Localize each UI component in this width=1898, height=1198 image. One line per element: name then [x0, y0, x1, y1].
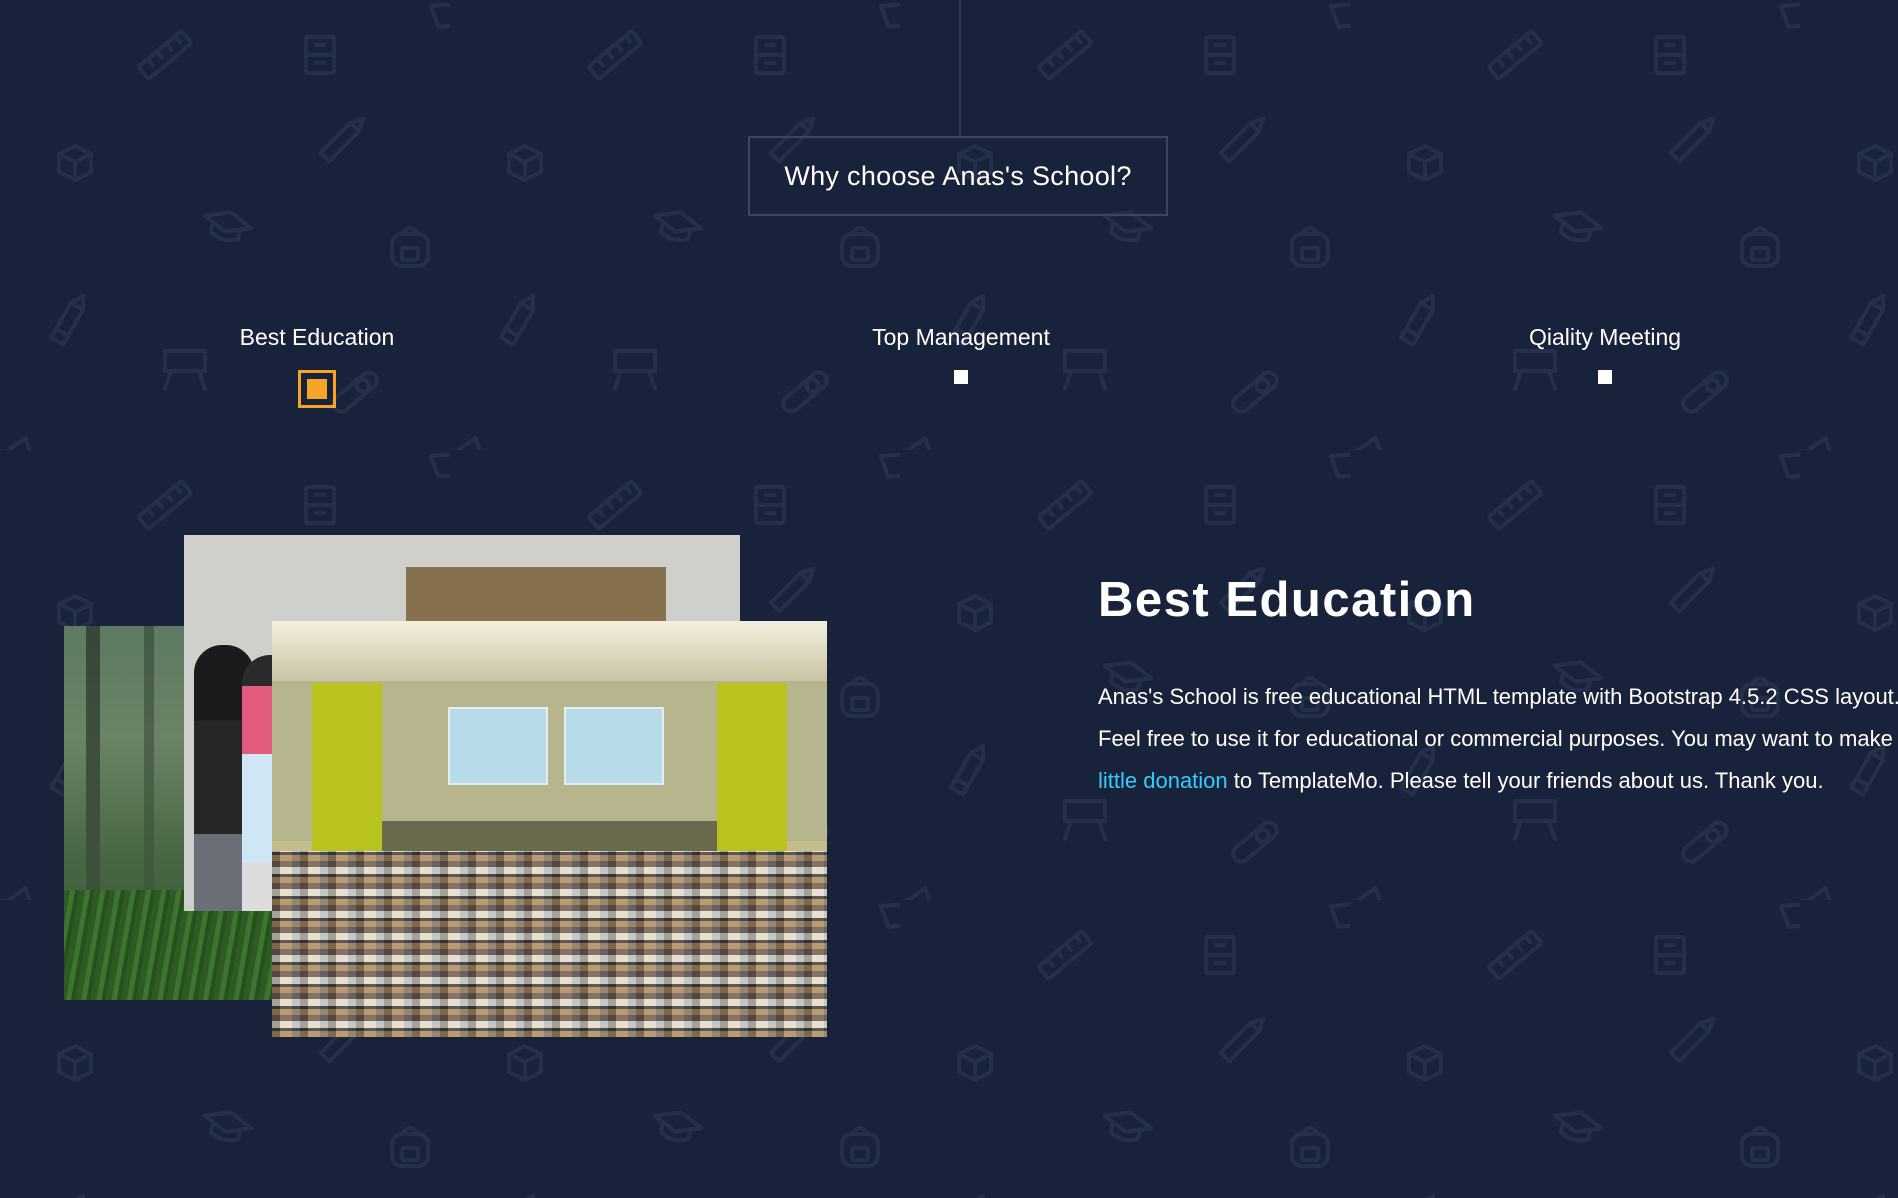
tab-indicator — [1598, 370, 1612, 384]
yellow-panel — [717, 683, 787, 863]
yellow-panel — [312, 683, 382, 863]
tab-indicator — [954, 370, 968, 384]
audience-seats — [272, 851, 827, 1037]
projection-screen — [448, 707, 548, 785]
vertical-divider-line — [959, 0, 961, 136]
lecture-hall-image — [272, 621, 827, 1037]
tab-best-education[interactable]: Best Education — [117, 320, 517, 408]
hall-ceiling — [272, 621, 827, 681]
description-text: Anas's School is free educational HTML t… — [1098, 684, 1898, 751]
content-heading: Best Education — [1098, 573, 1476, 627]
projection-screen — [564, 707, 664, 785]
active-tab-indicator — [298, 370, 336, 408]
tab-label: Qiality Meeting — [1528, 324, 1682, 350]
tab-quality-meeting[interactable]: Qiality Meeting — [1405, 320, 1805, 384]
tab-label: Top Management — [872, 324, 1050, 350]
tab-label: Best Education — [239, 324, 395, 350]
description-text: to TemplateMo. Please tell your friends … — [1227, 768, 1824, 793]
section-title: Why choose Anas's School? — [748, 136, 1168, 216]
tab-top-management[interactable]: Top Management — [761, 320, 1161, 384]
content-description: Anas's School is free educational HTML t… — [1098, 676, 1898, 802]
